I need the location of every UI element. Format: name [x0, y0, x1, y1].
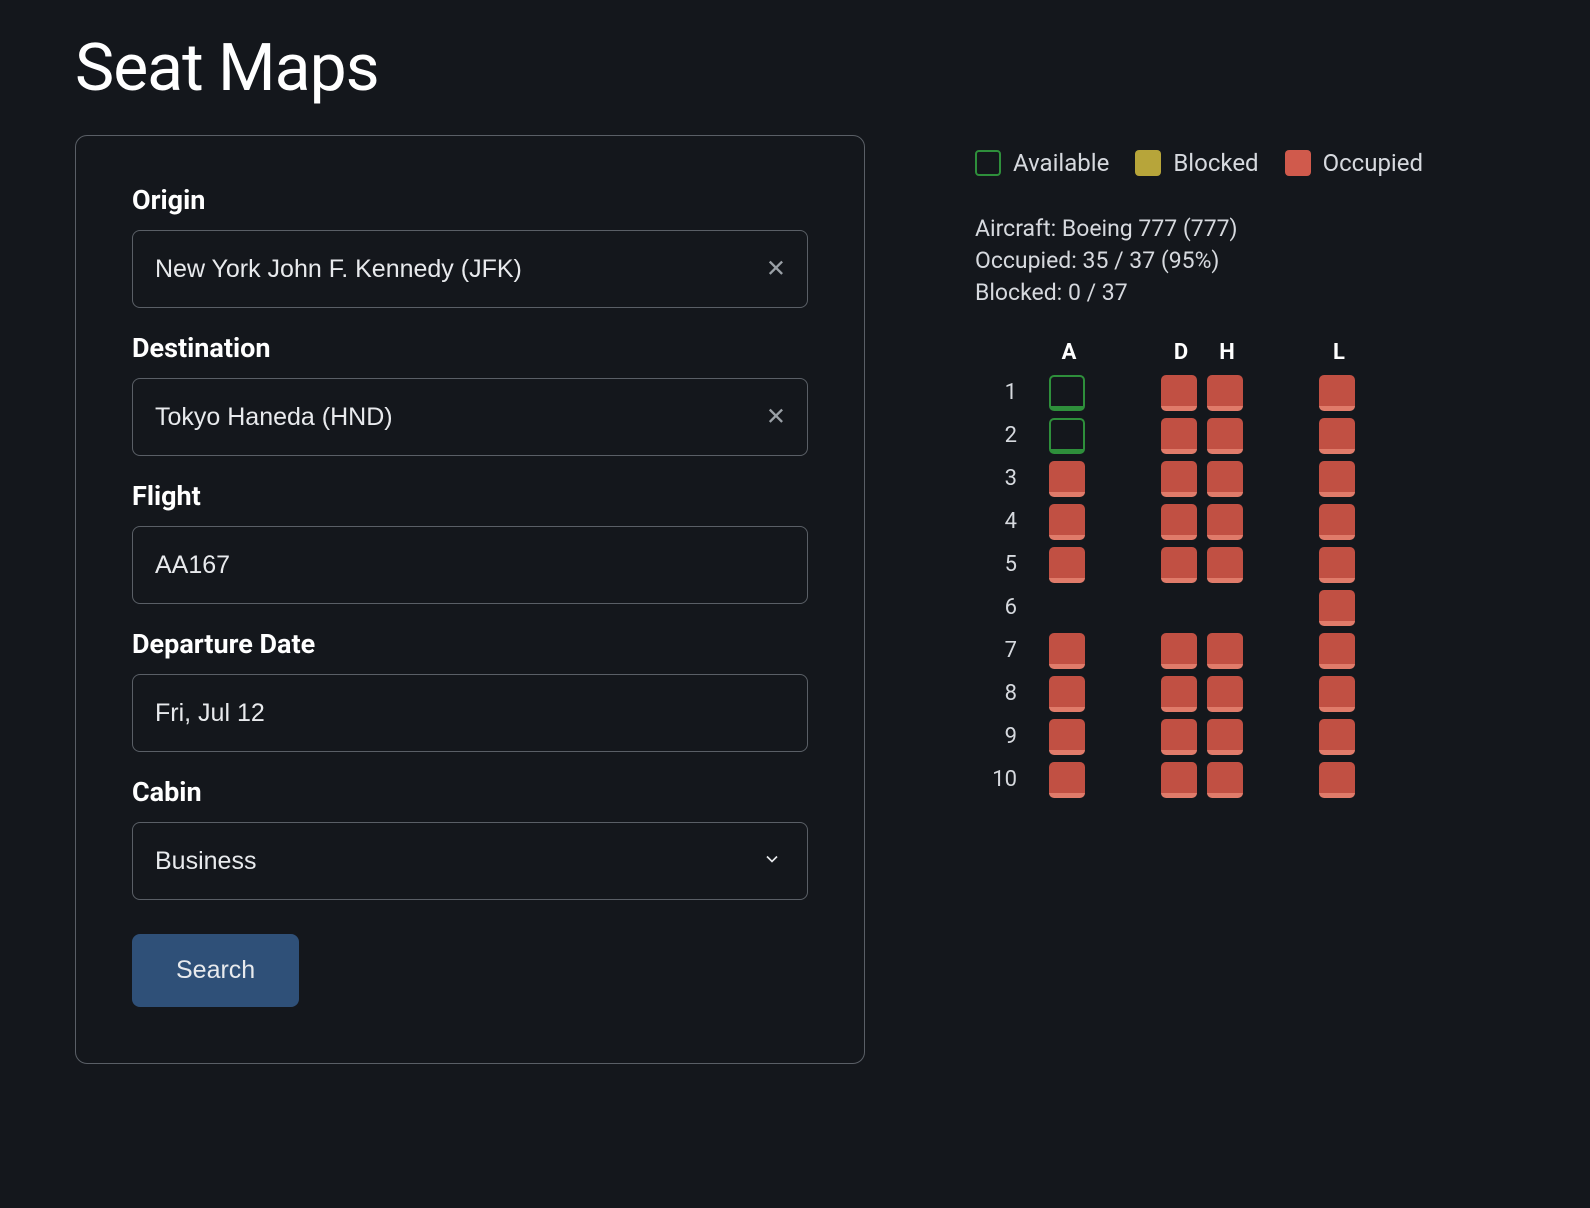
seat [1161, 762, 1197, 798]
search-button[interactable]: Search [132, 934, 299, 1007]
cabin-label: Cabin [132, 776, 808, 808]
seat [1049, 719, 1085, 755]
flight-label: Flight [132, 480, 808, 512]
seat[interactable] [1049, 418, 1085, 454]
seat-row-label: 7 [975, 638, 1023, 663]
seat [1207, 676, 1243, 712]
seat [1161, 719, 1197, 755]
cabin-select[interactable] [132, 822, 808, 900]
seat [1319, 633, 1355, 669]
search-form-panel: Origin ✕ Destination ✕ Fligh [75, 135, 865, 1064]
seat [1207, 762, 1243, 798]
seat-row-label: 1 [975, 380, 1023, 405]
seat [1319, 375, 1355, 411]
page-title: Seat Maps [75, 30, 1515, 107]
seat-row-label: 5 [975, 552, 1023, 577]
destination-clear-button[interactable]: ✕ [766, 403, 786, 432]
legend-available-label: Available [1013, 149, 1109, 177]
seat-column-label: A [1049, 340, 1089, 365]
seat-row-label: 8 [975, 681, 1023, 706]
seat [1319, 719, 1355, 755]
origin-label: Origin [132, 184, 808, 216]
seat [1207, 418, 1243, 454]
legend-blocked: Blocked [1135, 149, 1258, 177]
seatmap-panel: Available Blocked Occupied Aircraft: Boe… [975, 135, 1423, 1064]
seat-column-label: H [1207, 340, 1247, 365]
seat [1207, 719, 1243, 755]
flight-input[interactable] [132, 526, 808, 604]
seat [1207, 633, 1243, 669]
aircraft-line: Aircraft: Boeing 777 (777) [975, 213, 1423, 245]
date-input[interactable] [132, 674, 808, 752]
seat [1049, 547, 1085, 583]
seat-row-label: 3 [975, 466, 1023, 491]
seat-legend: Available Blocked Occupied [975, 149, 1423, 177]
seat-row-label: 9 [975, 724, 1023, 749]
seat [1161, 504, 1197, 540]
legend-occupied: Occupied [1285, 149, 1423, 177]
seat [1207, 504, 1243, 540]
seat [1161, 633, 1197, 669]
date-label: Departure Date [132, 628, 808, 660]
close-icon: ✕ [766, 404, 786, 431]
seat-column-label: L [1319, 340, 1359, 365]
seat [1161, 461, 1197, 497]
seat [1049, 762, 1085, 798]
aircraft-info: Aircraft: Boeing 777 (777) Occupied: 35 … [975, 213, 1423, 310]
seat-column-label: D [1161, 340, 1201, 365]
seat [1207, 461, 1243, 497]
seat [1319, 547, 1355, 583]
legend-occupied-label: Occupied [1323, 149, 1423, 177]
seat [1049, 633, 1085, 669]
seat [1161, 375, 1197, 411]
origin-clear-button[interactable]: ✕ [766, 255, 786, 284]
seat [1319, 676, 1355, 712]
seat-row-label: 6 [975, 595, 1023, 620]
legend-blocked-label: Blocked [1173, 149, 1258, 177]
seat [1161, 547, 1197, 583]
destination-label: Destination [132, 332, 808, 364]
close-icon: ✕ [766, 256, 786, 283]
seat [1319, 418, 1355, 454]
available-swatch-icon [975, 150, 1001, 176]
seat [1319, 504, 1355, 540]
occupied-swatch-icon [1285, 150, 1311, 176]
seat [1319, 590, 1355, 626]
legend-available: Available [975, 149, 1109, 177]
seat [1161, 676, 1197, 712]
seat[interactable] [1049, 375, 1085, 411]
seat [1049, 676, 1085, 712]
seat-row-label: 10 [975, 767, 1023, 792]
seat [1319, 762, 1355, 798]
seat [1319, 461, 1355, 497]
seatmap-grid: A DH L 1 2 3 4 5 6 7 8 9 10 [975, 340, 1359, 805]
blocked-swatch-icon [1135, 150, 1161, 176]
origin-input[interactable] [132, 230, 808, 308]
seat [1207, 375, 1243, 411]
destination-input[interactable] [132, 378, 808, 456]
seat [1207, 547, 1243, 583]
seat [1049, 461, 1085, 497]
seat-row-label: 4 [975, 509, 1023, 534]
seat [1161, 418, 1197, 454]
blocked-line: Blocked: 0 / 37 [975, 277, 1423, 309]
seat [1049, 504, 1085, 540]
seat-row-label: 2 [975, 423, 1023, 448]
occupied-line: Occupied: 35 / 37 (95%) [975, 245, 1423, 277]
